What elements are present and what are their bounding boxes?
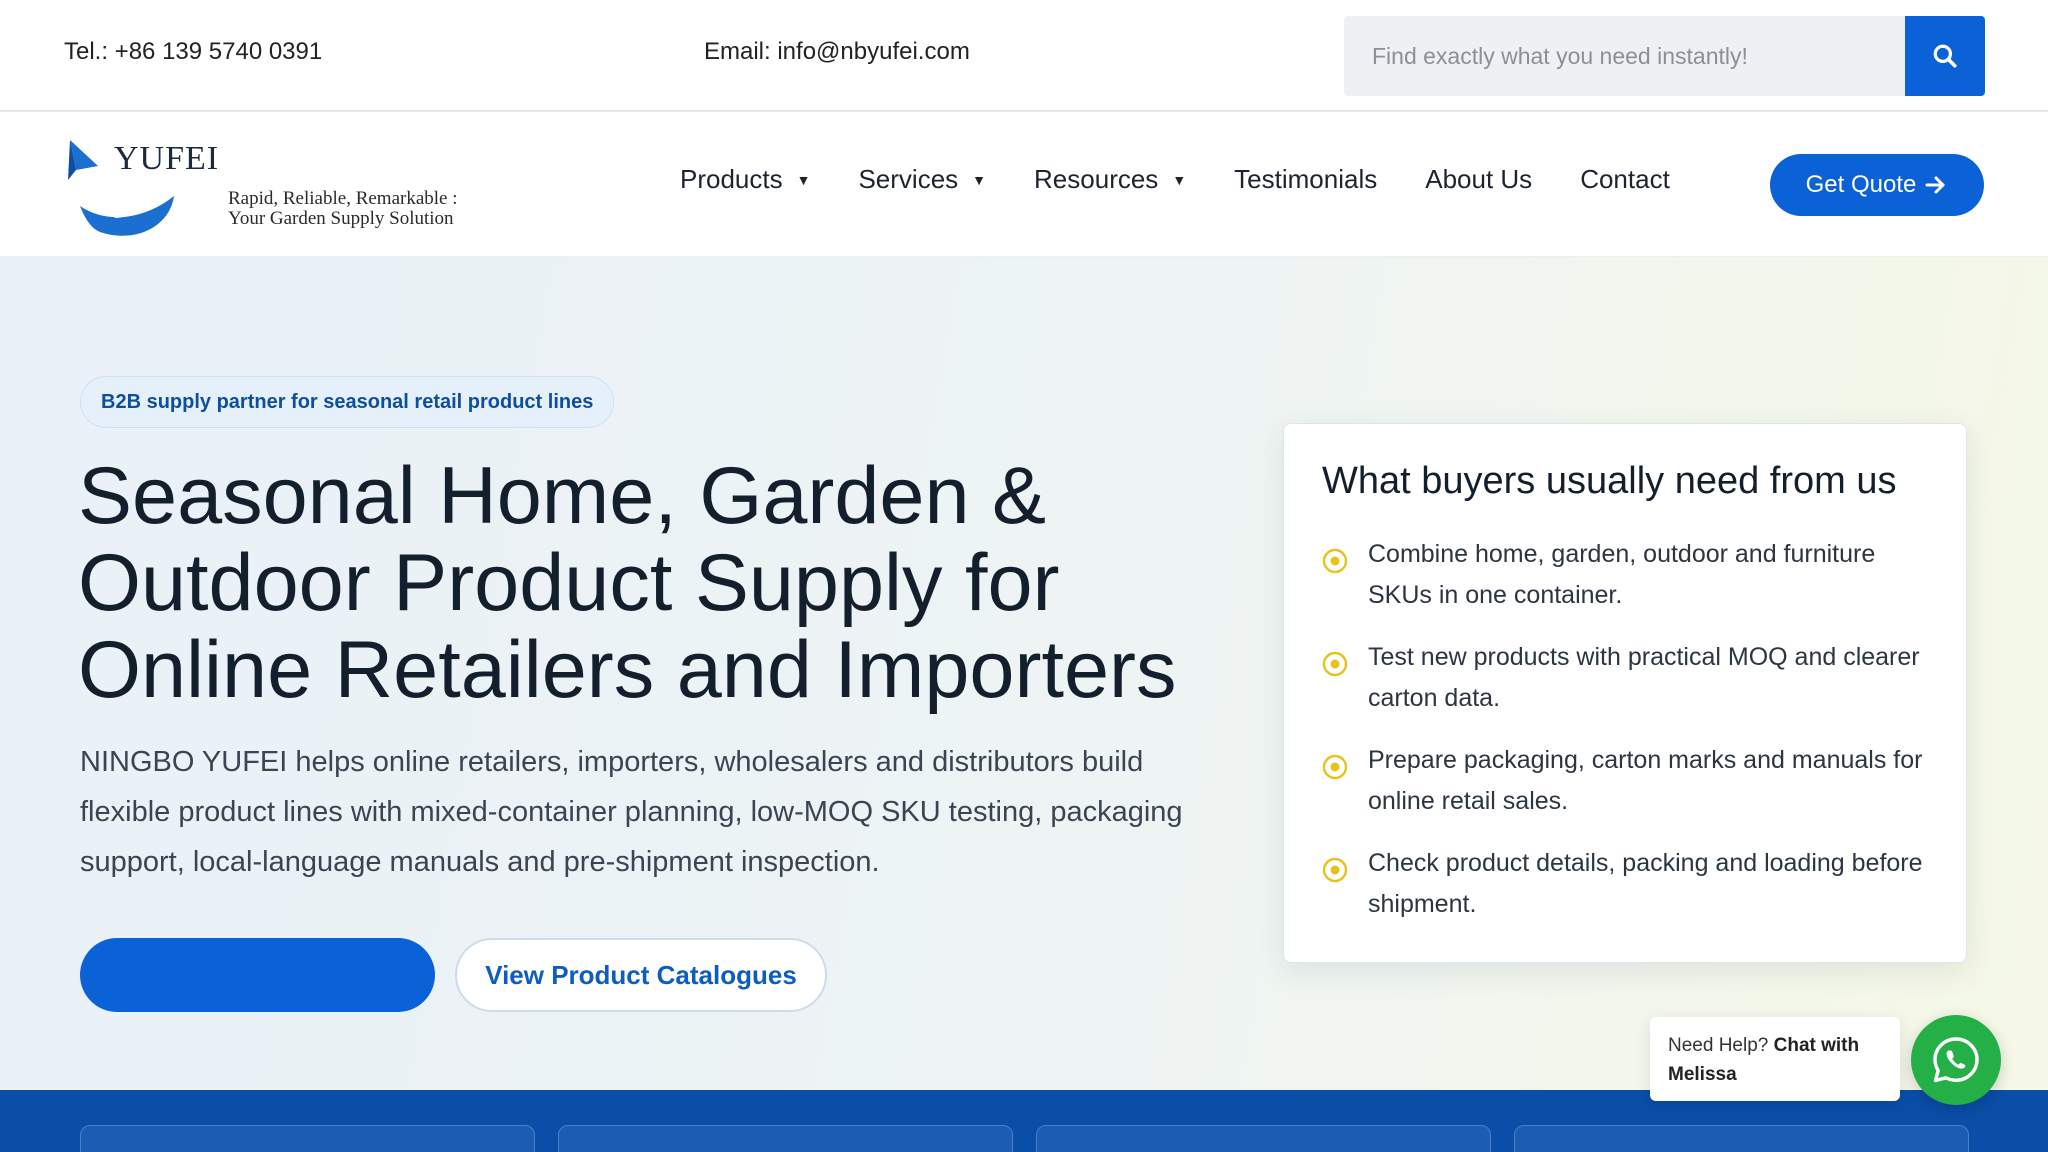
search-form — [1344, 16, 1985, 96]
buyer-needs-list: Combine home, garden, outdoor and furnit… — [1322, 534, 1942, 946]
whatsapp-icon — [1933, 1037, 1979, 1083]
whatsapp-chat-button[interactable] — [1911, 1015, 2001, 1105]
nav-services-label: Services — [858, 164, 959, 194]
list-item: Test new products with practical MOQ and… — [1322, 637, 1942, 719]
nav-products-label: Products — [680, 164, 783, 194]
feature-tile[interactable] — [558, 1125, 1013, 1152]
caret-down-icon: ▼ — [972, 171, 987, 188]
main-nav: Products ▼ Services ▼ Resources ▼ Testim… — [680, 164, 1718, 195]
nav-products[interactable]: Products ▼ — [680, 164, 810, 195]
nav-about-us[interactable]: About Us — [1425, 164, 1532, 195]
search-button[interactable] — [1905, 16, 1985, 96]
phone-number[interactable]: Tel.: +86 139 5740 0391 — [64, 38, 322, 66]
get-quote-button[interactable]: Get Quote — [1770, 154, 1984, 216]
nav-about-us-label: About Us — [1425, 164, 1533, 194]
list-item-text: Test new products with practical MOQ and… — [1368, 643, 1920, 712]
arrow-right-icon — [1925, 176, 1945, 194]
hero-title: Seasonal Home, Garden & Outdoor Product … — [78, 451, 1177, 715]
caret-down-icon: ▼ — [796, 171, 811, 188]
list-item-text: Combine home, garden, outdoor and furnit… — [1368, 540, 1876, 609]
target-dot-icon — [1322, 754, 1348, 780]
list-item: Check product details, packing and loadi… — [1322, 843, 1942, 925]
logo-tagline-2: Your Garden Supply Solution — [228, 208, 454, 229]
primary-cta-button[interactable] — [80, 938, 435, 1012]
nav-services[interactable]: Services ▼ — [858, 164, 986, 195]
card-title: What buyers usually need from us — [1322, 460, 1897, 502]
feature-tile[interactable] — [80, 1125, 535, 1152]
main-header: YUFEI Rapid, Reliable, Remarkable : Your… — [0, 114, 2048, 257]
search-icon — [1933, 44, 1957, 68]
buyer-needs-card: What buyers usually need from us Combine… — [1283, 423, 1967, 963]
nav-contact-label: Contact — [1580, 164, 1670, 194]
chat-prompt[interactable]: Need Help? Chat with Melissa — [1650, 1017, 1900, 1101]
nav-testimonials-label: Testimonials — [1234, 164, 1378, 194]
feature-tile[interactable] — [1514, 1125, 1969, 1152]
hero-description: NINGBO YUFEI helps online retailers, imp… — [80, 746, 1183, 878]
nav-testimonials[interactable]: Testimonials — [1234, 164, 1377, 195]
list-item: Combine home, garden, outdoor and furnit… — [1322, 534, 1942, 616]
caret-down-icon: ▼ — [1172, 171, 1187, 188]
top-bar: Tel.: +86 139 5740 0391 Email: info@nbyu… — [0, 0, 2048, 112]
nav-resources-label: Resources — [1034, 164, 1159, 194]
hero-section: B2B supply partner for seasonal retail p… — [0, 257, 2048, 1090]
hero-badge: B2B supply partner for seasonal retail p… — [80, 376, 615, 428]
list-item-text: Check product details, packing and loadi… — [1368, 849, 1923, 918]
logo-tagline-1: Rapid, Reliable, Remarkable : — [228, 188, 458, 209]
view-catalogues-button[interactable]: View Product Catalogues — [455, 938, 827, 1012]
feature-tile[interactable] — [1036, 1125, 1491, 1152]
site-logo[interactable]: YUFEI Rapid, Reliable, Remarkable : Your… — [66, 136, 486, 236]
target-dot-icon — [1322, 857, 1348, 883]
get-quote-label: Get Quote — [1805, 171, 1917, 198]
email-address[interactable]: Email: info@nbyufei.com — [704, 38, 970, 66]
nav-resources[interactable]: Resources ▼ — [1034, 164, 1186, 195]
nav-contact[interactable]: Contact — [1580, 164, 1670, 195]
target-dot-icon — [1322, 651, 1348, 677]
list-item: Prepare packaging, carton marks and manu… — [1322, 740, 1942, 822]
list-item-text: Prepare packaging, carton marks and manu… — [1368, 746, 1923, 815]
chat-prompt-prefix: Need Help? — [1668, 1035, 1774, 1056]
logo-brand-text: YUFEI — [114, 140, 220, 177]
search-input[interactable] — [1344, 16, 1905, 96]
target-dot-icon — [1322, 548, 1348, 574]
